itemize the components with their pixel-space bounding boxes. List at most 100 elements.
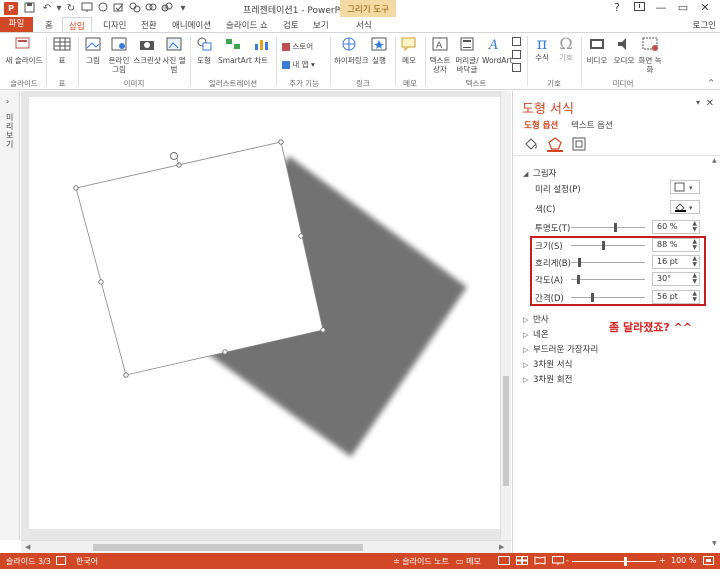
- zoom-in-button[interactable]: +: [659, 556, 666, 565]
- tab-shape-options[interactable]: 도형 옵션: [524, 119, 558, 131]
- my-apps-button[interactable]: 내 앱 ▾: [282, 59, 315, 70]
- shadow-color-picker[interactable]: ▾: [670, 200, 700, 214]
- vertical-scroll-thumb[interactable]: [503, 376, 509, 486]
- angle-slider[interactable]: [571, 275, 645, 284]
- audio-button[interactable]: 오디오: [611, 36, 637, 65]
- header-footer-button[interactable]: 머리글/바닥글: [453, 36, 481, 74]
- spellcheck-status-icon[interactable]: [56, 556, 66, 567]
- scroll-right-icon[interactable]: ▶: [499, 543, 504, 551]
- slides-panel-collapsed[interactable]: › 미리보기: [0, 91, 20, 540]
- resize-handle[interactable]: [73, 185, 79, 191]
- online-picture-button[interactable]: 온라인 그림: [106, 36, 132, 74]
- redo-icon[interactable]: ↻: [64, 2, 78, 15]
- slide-sorter-icon[interactable]: [516, 556, 528, 567]
- customize-quick-access-icon[interactable]: ▾: [176, 2, 190, 15]
- symbol-button[interactable]: Ω 기호: [555, 36, 577, 63]
- comments-button[interactable]: ▭ 메모: [456, 556, 481, 567]
- scroll-left-icon[interactable]: ◀: [25, 543, 30, 551]
- text-small-button-1[interactable]: [512, 37, 521, 48]
- store-button[interactable]: 스토어: [282, 41, 313, 52]
- pane-vertical-scrollbar[interactable]: ▲ ▼: [711, 157, 719, 547]
- tab-animations[interactable]: 애니메이션: [172, 19, 211, 31]
- spin-arrows-icon[interactable]: ▲ ▼: [692, 221, 697, 233]
- resize-handle[interactable]: [222, 349, 228, 355]
- slide-horizontal-scrollbar[interactable]: ◀ ▶: [21, 540, 511, 553]
- tab-format[interactable]: 서식: [356, 19, 372, 31]
- collapse-ribbon-icon[interactable]: ^: [708, 78, 714, 87]
- help-button[interactable]: ?: [606, 0, 628, 17]
- spin-arrows-icon[interactable]: ▲ ▼: [692, 291, 697, 303]
- chart-button[interactable]: 차트: [250, 36, 272, 65]
- pane-scroll-up-icon[interactable]: ▲: [712, 157, 717, 164]
- blur-slider[interactable]: [571, 258, 645, 267]
- table-button[interactable]: 표: [50, 36, 74, 65]
- rotate-handle-icon[interactable]: [170, 152, 178, 160]
- action-button[interactable]: 실행: [368, 36, 390, 65]
- slider-knob[interactable]: [577, 275, 580, 284]
- language-status[interactable]: 한국어: [76, 556, 98, 567]
- smartart-button[interactable]: SmartArt: [218, 36, 252, 65]
- section-shadow[interactable]: ◢ 그림자: [523, 167, 556, 179]
- section-3d-rotation[interactable]: ▷ 3차원 회전: [523, 373, 572, 385]
- size-input[interactable]: 88 % ▲ ▼: [652, 238, 700, 252]
- start-slideshow-icon[interactable]: [80, 2, 94, 15]
- powerpoint-app-icon[interactable]: P: [4, 2, 18, 15]
- distance-slider[interactable]: [571, 293, 645, 302]
- hyperlink-button[interactable]: 하이퍼링크: [334, 36, 369, 65]
- shadow-preset-picker[interactable]: ▾: [670, 180, 700, 194]
- transparency-slider[interactable]: [571, 223, 645, 232]
- slider-knob[interactable]: [578, 258, 581, 267]
- tab-transitions[interactable]: 전환: [141, 19, 157, 31]
- section-soft-edges[interactable]: ▷ 부드러운 가장자리: [523, 343, 598, 355]
- screen-recording-button[interactable]: 화면 녹화: [638, 36, 662, 74]
- slider-knob[interactable]: [602, 241, 605, 250]
- blur-input[interactable]: 16 pt ▲ ▼: [652, 255, 700, 269]
- zoom-slider-knob[interactable]: [624, 557, 627, 566]
- shape-combine-icon[interactable]: [160, 2, 174, 15]
- close-pane-icon[interactable]: ✕: [706, 98, 714, 109]
- pane-scroll-down-icon[interactable]: ▼: [712, 540, 717, 547]
- shape-union-icon[interactable]: [144, 2, 158, 15]
- zoom-slider[interactable]: [572, 561, 656, 562]
- tab-view[interactable]: 보기: [313, 19, 329, 31]
- fit-to-window-icon[interactable]: [703, 556, 714, 567]
- section-glow[interactable]: ▷ 네온: [523, 328, 549, 340]
- textbox-button[interactable]: A 텍스트 상자: [428, 36, 452, 74]
- text-small-button-2[interactable]: [512, 50, 521, 61]
- pane-options-dropdown-icon[interactable]: ▾: [696, 98, 700, 107]
- normal-view-icon[interactable]: [498, 556, 510, 567]
- tab-insert[interactable]: 삽입: [62, 17, 92, 33]
- distance-input[interactable]: 56 pt ▲ ▼: [652, 290, 700, 304]
- spin-arrows-icon[interactable]: ▲ ▼: [692, 256, 697, 268]
- size-properties-icon[interactable]: [571, 136, 587, 152]
- comment-button[interactable]: 메모: [398, 36, 420, 65]
- tab-review[interactable]: 검토: [283, 19, 299, 31]
- tab-file[interactable]: 파일: [0, 17, 33, 32]
- resize-handle[interactable]: [98, 279, 104, 285]
- slide[interactable]: [29, 97, 501, 529]
- slider-knob[interactable]: [591, 293, 594, 302]
- equation-button[interactable]: π 수식: [530, 36, 554, 63]
- resize-handle[interactable]: [123, 372, 129, 378]
- photo-album-button[interactable]: 사진 앨범: [162, 36, 186, 74]
- notes-button[interactable]: ≐ 슬라이드 노트: [393, 556, 449, 567]
- reading-view-icon[interactable]: [534, 556, 546, 567]
- tab-slideshow[interactable]: 슬라이드 쇼: [226, 19, 268, 31]
- zoom-out-button[interactable]: -: [566, 556, 569, 565]
- tab-text-options[interactable]: 텍스트 옵션: [571, 119, 613, 131]
- tab-home[interactable]: 홈: [45, 19, 53, 31]
- resize-handle[interactable]: [278, 139, 284, 145]
- transparency-input[interactable]: 60 % ▲ ▼: [652, 220, 700, 234]
- group-objects-icon[interactable]: [128, 2, 142, 15]
- touch-mode-icon[interactable]: [96, 2, 110, 15]
- slide-vertical-scrollbar[interactable]: [500, 91, 511, 540]
- zoom-level[interactable]: 100 %: [671, 556, 696, 565]
- picture-button[interactable]: 그림: [82, 36, 104, 65]
- fill-line-icon[interactable]: [523, 136, 539, 152]
- video-button[interactable]: 비디오: [584, 36, 610, 65]
- wordart-button[interactable]: A WordArt: [482, 36, 512, 65]
- size-slider[interactable]: [571, 241, 645, 250]
- resize-handle[interactable]: [320, 327, 326, 333]
- slideshow-view-icon[interactable]: [552, 556, 564, 567]
- ribbon-display-options-icon[interactable]: [628, 0, 650, 17]
